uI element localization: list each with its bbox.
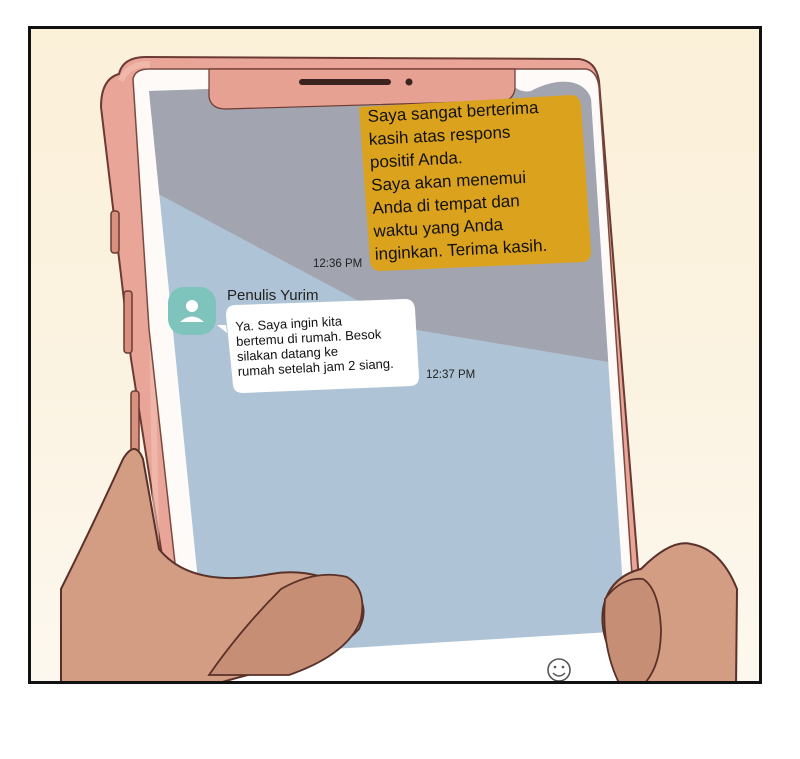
side-button (110, 210, 120, 254)
outgoing-timestamp: 12:36 PM (313, 258, 363, 270)
incoming-timestamp: 12:37 PM (426, 369, 476, 381)
sender-name: Penulis Yurim (227, 287, 319, 304)
side-button (130, 390, 140, 454)
speaker-grille (299, 79, 391, 85)
side-button (123, 290, 133, 354)
incoming-message-text: Ya. Saya ingin kita bertemu di rumah. Be… (235, 313, 395, 379)
front-camera (405, 78, 413, 86)
comic-panel: Saya sangat berterima kasih atas respons… (28, 26, 762, 684)
outgoing-message-text: Saya sangat berterima kasih atas respons… (367, 98, 548, 264)
avatar (168, 287, 216, 335)
